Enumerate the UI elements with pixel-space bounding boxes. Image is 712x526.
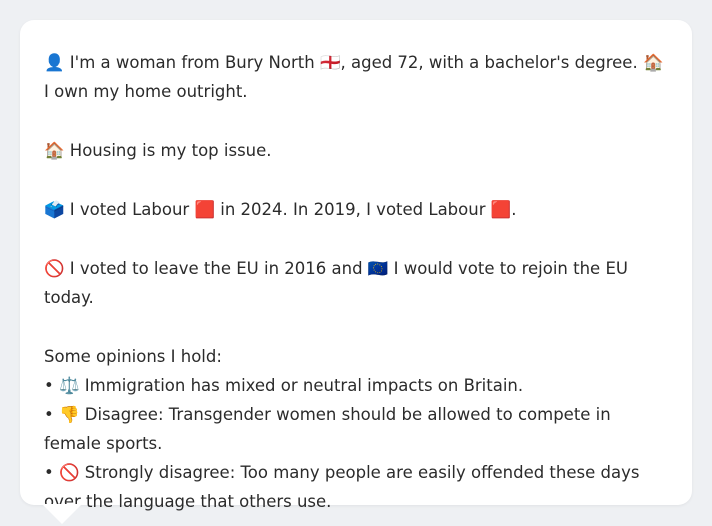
opinion-item: • 🚫 Strongly disagree: Too many people a…: [44, 463, 640, 511]
eu-stance-text: 🚫 I voted to leave the EU in 2016 and 🇪🇺…: [44, 259, 628, 307]
intro-text: 👤 I'm a woman from Bury North 🏴󠁧󠁢󠁥󠁮󠁧󠁿, a…: [44, 53, 664, 101]
opinion-item: • ⚖️ Immigration has mixed or neutral im…: [44, 376, 524, 395]
voting-history-text: 🗳️ I voted Labour 🟥 in 2024. In 2019, I …: [44, 200, 517, 219]
opinions-list: • ⚖️ Immigration has mixed or neutral im…: [44, 371, 668, 516]
bubble-tail: [42, 504, 82, 524]
opinion-item: • 👎 Disagree: Transgender women should b…: [44, 405, 611, 453]
persona-message-bubble: 👤 I'm a woman from Bury North 🏴󠁧󠁢󠁥󠁮󠁧󠁿, a…: [20, 20, 692, 511]
opinions-heading: Some opinions I hold:: [44, 347, 222, 366]
top-issue-text: 🏠 Housing is my top issue.: [44, 141, 272, 160]
